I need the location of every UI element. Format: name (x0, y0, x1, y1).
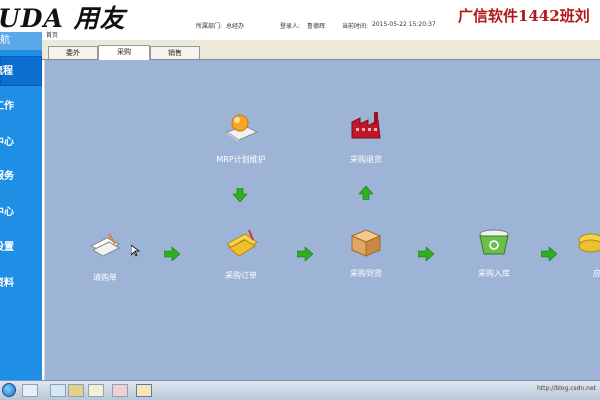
nav-item-process[interactable]: 流程 (0, 56, 42, 86)
node-payable-partial-label: 应 (593, 269, 600, 278)
taskbar-app-3[interactable] (68, 384, 84, 397)
order-notes-icon (226, 229, 258, 257)
node-purchase-inbound-label: 采购入库 (478, 269, 510, 278)
time-label: 当前时间: (342, 23, 369, 30)
node-purchase-return-label: 采购退货 (350, 155, 382, 164)
node-purchase-arrival[interactable]: 采购到货 (326, 224, 406, 279)
nav-item-label: 流程 (0, 66, 13, 77)
time-value: 2015-05-22 15:20:37 (372, 21, 436, 28)
node-purchase-order[interactable]: 采购订单 (201, 226, 281, 281)
nav-item-label: 中心 (0, 207, 14, 218)
user-value: 鲁德辉 (307, 23, 326, 30)
nav-item-center-1[interactable]: 中心 (0, 128, 42, 158)
system-tray: http://blog.csdn.net (536, 385, 596, 392)
nav-item-label: 工作 (0, 101, 14, 112)
nav-item-label: 资料 (0, 278, 14, 289)
arrow-down-icon (232, 188, 248, 202)
request-form-icon (89, 233, 121, 257)
nav-item-label: 中心 (0, 137, 14, 148)
node-payable-partial[interactable]: 应 (565, 224, 600, 279)
tab-purchase[interactable]: 采购 (98, 45, 150, 60)
brand-title: 广信软件1442班刘 (458, 7, 590, 25)
coins-icon (578, 233, 600, 253)
factory-icon (351, 112, 381, 139)
tab-bar: 委外 采购 销售 (42, 40, 600, 60)
dept-label: 所属部门: (196, 23, 223, 30)
nav-item-label: 服务 (0, 171, 14, 182)
node-purchase-arrival-label: 采购到货 (350, 269, 382, 278)
nav-item-work[interactable]: 工作 (0, 92, 42, 122)
recycle-bin-icon (479, 229, 509, 255)
start-button[interactable] (2, 383, 16, 397)
nav-item-label: 设置 (0, 242, 14, 253)
taskbar-app-5[interactable] (112, 384, 128, 397)
node-purchase-inbound[interactable]: 采购入库 (454, 224, 534, 279)
breadcrumb: 首页 (42, 32, 600, 40)
node-purchase-return[interactable]: 采购退货 (326, 110, 406, 165)
nav-title-text: 导航 (0, 35, 10, 46)
taskbar-app-2[interactable] (50, 384, 66, 397)
taskbar-app-6[interactable] (136, 384, 152, 397)
nav-item-settings[interactable]: 设置 (0, 233, 42, 263)
arrow-right-icon (418, 247, 434, 261)
tab-sales[interactable]: 销售 (150, 46, 200, 59)
nav-item-data[interactable]: 资料 (0, 269, 42, 299)
mrp-plan-icon (225, 114, 259, 142)
app-header: UDA 用友 所属部门: 总经办 登录人: 鲁德辉 当前时间: 2015-05-… (0, 0, 600, 33)
node-purchase-request-label: 请购单 (93, 273, 117, 282)
dept-value: 总经办 (226, 23, 245, 30)
taskbar-app-1[interactable] (22, 384, 38, 397)
tab-outsource[interactable]: 委外 (48, 46, 98, 59)
taskbar: http://blog.csdn.net (0, 380, 600, 400)
app-logo: UDA 用友 (0, 4, 126, 33)
nav-title: 导航 (0, 32, 42, 50)
arrow-up-icon (358, 186, 374, 200)
left-nav: 导航 流程 工作 中心 服务 中心 设置 资料 (0, 32, 42, 380)
nav-item-service[interactable]: 服务 (0, 162, 42, 192)
arrow-right-icon (297, 247, 313, 261)
node-mrp-plan-label: MRP计划维护 (216, 155, 266, 164)
package-box-icon (350, 229, 382, 257)
arrow-right-icon (541, 247, 557, 261)
mouse-cursor-icon (131, 245, 140, 257)
taskbar-app-4[interactable] (88, 384, 104, 397)
node-mrp-plan[interactable]: MRP计划维护 (201, 110, 281, 165)
workflow-canvas: MRP计划维护 采购退货 请购单 采购订单 采购到货 采购入库 应 (44, 60, 600, 380)
user-label: 登录人: (280, 23, 301, 30)
nav-item-center-2[interactable]: 中心 (0, 198, 42, 228)
node-purchase-order-label: 采购订单 (225, 271, 257, 280)
arrow-right-icon (164, 247, 180, 261)
